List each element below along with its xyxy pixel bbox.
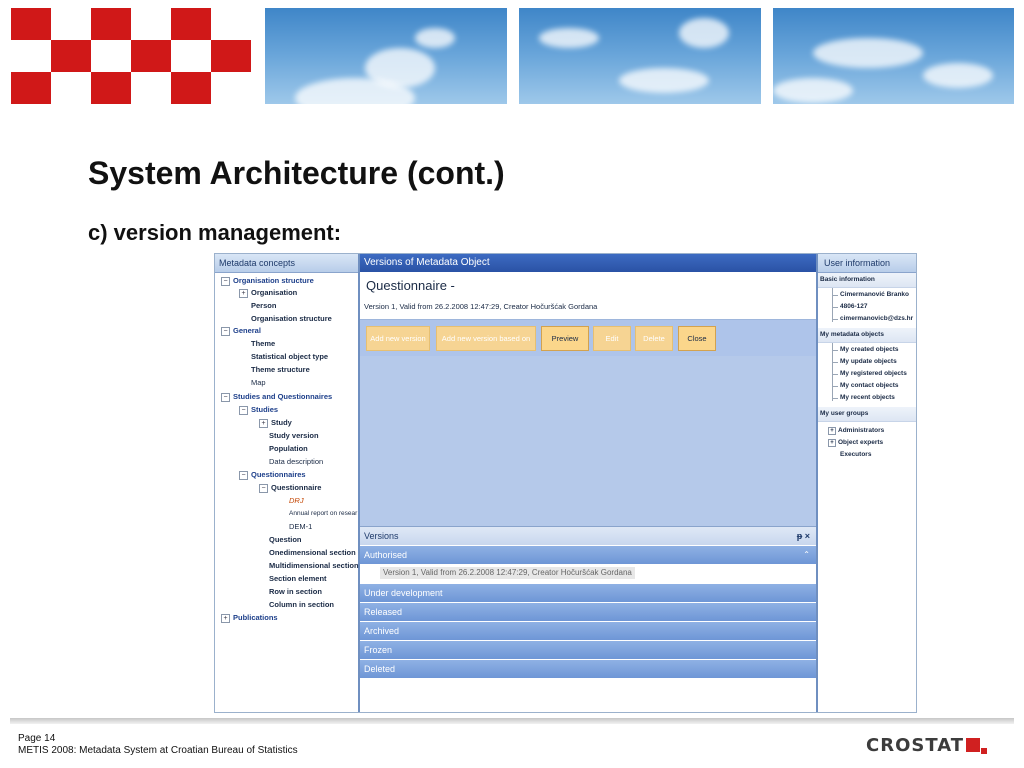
pin-close-icons[interactable]: ᵽ ×	[797, 527, 810, 545]
group-released[interactable]: Released	[360, 602, 816, 621]
expand-icon[interactable]: +	[828, 427, 836, 435]
banner-sky-2	[519, 8, 761, 104]
tree-node-section-element[interactable]: Section element	[269, 573, 327, 585]
banner-sky-3	[773, 8, 1014, 104]
crostat-logo: CROSTAT	[866, 735, 988, 756]
my-update-objects-link[interactable]: My update objects	[840, 358, 897, 365]
tree-node-statistical-object-type[interactable]: Statistical object type	[251, 351, 328, 363]
user-information-panel: User information Basic information Cimer…	[818, 254, 916, 712]
object-version-info: Version 1, Valid from 26.2.2008 12:47:29…	[364, 302, 598, 311]
tree-node-organisation[interactable]: + Organisation	[239, 287, 297, 299]
tree-node-multidimensional-section[interactable]: Multidimensional section	[269, 560, 359, 572]
my-metadata-objects-list: My created objects My update objects My …	[818, 343, 916, 407]
basic-information-header: Basic information	[818, 273, 916, 288]
tree-node-theme[interactable]: Theme	[251, 338, 275, 350]
my-created-objects-link[interactable]: My created objects	[840, 346, 899, 353]
expand-icon[interactable]: +	[239, 288, 248, 298]
footer-divider	[10, 718, 1014, 724]
group-archived[interactable]: Archived	[360, 621, 816, 640]
tree-node-column-in-section[interactable]: Column in section	[269, 599, 334, 611]
tree-node-population[interactable]: Population	[269, 443, 308, 455]
my-metadata-objects-header: My metadata objects	[818, 328, 916, 343]
close-button[interactable]: Close	[678, 326, 716, 351]
version-toolbar: Add new version Add new version based on…	[360, 320, 816, 356]
add-new-version-button[interactable]: Add new version	[366, 326, 430, 351]
my-contact-objects-link[interactable]: My contact objects	[840, 382, 899, 389]
group-frozen[interactable]: Frozen	[360, 640, 816, 659]
logo-square-icon	[966, 738, 981, 752]
expand-icon[interactable]: +	[259, 418, 268, 428]
tree-node-row-in-section[interactable]: Row in section	[269, 586, 322, 598]
tree-node-theme-structure[interactable]: Theme structure	[251, 364, 310, 376]
metadata-concepts-panel: Metadata concepts − Organisation structur…	[215, 254, 360, 712]
versions-pane-header: Versions ᵽ ×	[360, 526, 816, 545]
collapse-icon[interactable]: −	[239, 405, 248, 415]
preview-button[interactable]: Preview	[541, 326, 589, 351]
collapse-icon[interactable]: −	[239, 470, 248, 480]
expand-icon[interactable]: +	[828, 439, 836, 447]
tree-node-questionnaires[interactable]: − Questionnaires	[239, 469, 306, 481]
delete-button[interactable]: Delete	[635, 326, 673, 351]
tree-node-studies[interactable]: − Studies	[239, 404, 278, 416]
group-executors[interactable]: Executors	[840, 451, 871, 458]
versions-panel: Versions of Metadata Object Questionnair…	[360, 254, 818, 712]
tree-node-organisation-structure[interactable]: − Organisation structure	[221, 275, 314, 287]
collapse-icon[interactable]: −	[259, 483, 268, 493]
group-administrators[interactable]: + Administrators	[828, 427, 884, 435]
tree-node-studies-and-questionnaires[interactable]: − Studies and Questionnaires	[221, 391, 332, 403]
banner-checker	[11, 8, 253, 104]
user-phone: 4806-127	[840, 303, 868, 310]
logo-small-square-icon	[981, 748, 988, 754]
tree-node-annual-report[interactable]: Annual report on resear	[289, 508, 357, 520]
group-object-experts[interactable]: + Object experts	[828, 439, 883, 447]
group-deleted[interactable]: Deleted	[360, 659, 816, 678]
user-information-header: User information	[818, 254, 916, 273]
collapse-icon[interactable]: −	[221, 276, 230, 286]
basic-information-list: Cimermanović Branko 4806-127 cimermanovi…	[818, 288, 916, 328]
my-registered-objects-link[interactable]: My registered objects	[840, 370, 907, 377]
collapse-icon[interactable]: −	[221, 392, 230, 402]
slide-title: System Architecture (cont.)	[88, 155, 505, 191]
tree-node-data-description[interactable]: Data description	[269, 456, 323, 468]
group-authorised[interactable]: Authorised ⌃	[360, 545, 816, 564]
my-recent-objects-link[interactable]: My recent objects	[840, 394, 895, 401]
tree-node-person[interactable]: Person	[251, 300, 276, 312]
authorised-version-row: Version 1, Valid from 26.2.2008 12:47:29…	[360, 564, 816, 583]
expand-icon[interactable]: +	[221, 613, 230, 623]
versions-pane: Versions ᵽ × Authorised ⌃ Version 1, Val…	[360, 526, 816, 712]
object-info: Questionnaire - Version 1, Valid from 26…	[360, 272, 816, 320]
tree-node-map[interactable]: Map	[251, 377, 266, 389]
tree-node-study[interactable]: + Study	[259, 417, 292, 429]
tree-node-general[interactable]: − General	[221, 325, 261, 337]
tree-node-drj[interactable]: DRJ	[289, 495, 304, 507]
object-title: Questionnaire -	[366, 278, 455, 293]
authorised-version-item[interactable]: Version 1, Valid from 26.2.2008 12:47:29…	[380, 567, 635, 579]
versions-panel-header: Versions of Metadata Object	[360, 254, 816, 272]
banner-sky-1	[265, 8, 507, 104]
footer-text: METIS 2008: Metadata System at Croatian …	[18, 745, 298, 756]
collapse-chevron-icon[interactable]: ⌃	[803, 546, 810, 564]
tree-node-publications[interactable]: + Publications	[221, 612, 278, 624]
metadata-concepts-header: Metadata concepts	[215, 254, 358, 273]
group-under-development[interactable]: Under development	[360, 583, 816, 602]
page-number: Page 14	[18, 733, 56, 744]
slide-subtitle: c) version management:	[88, 220, 342, 245]
edit-button[interactable]: Edit	[593, 326, 631, 351]
user-email: cimermanovicb@dzs.hr	[840, 315, 914, 322]
app-window: Metadata concepts − Organisation structur…	[214, 253, 917, 713]
add-version-based-on-button[interactable]: Add new version based on	[436, 326, 536, 351]
tree-node-dem-1[interactable]: DEM-1	[289, 521, 312, 533]
tree-node-questionnaire[interactable]: − Questionnaire	[259, 482, 321, 494]
my-user-groups-header: My user groups	[818, 407, 916, 422]
tree-node-onedimensional-section[interactable]: Onedimensional section	[269, 547, 356, 559]
tree-node-study-version[interactable]: Study version	[269, 430, 319, 442]
user-name: Cimermanović Branko	[840, 291, 909, 298]
tree-node-question[interactable]: Question	[269, 534, 302, 546]
collapse-icon[interactable]: −	[221, 326, 230, 336]
my-user-groups-list: + Administrators + Object experts Executor…	[818, 422, 916, 462]
tree-node-organisation-structure-leaf[interactable]: Organisation structure	[251, 313, 332, 325]
